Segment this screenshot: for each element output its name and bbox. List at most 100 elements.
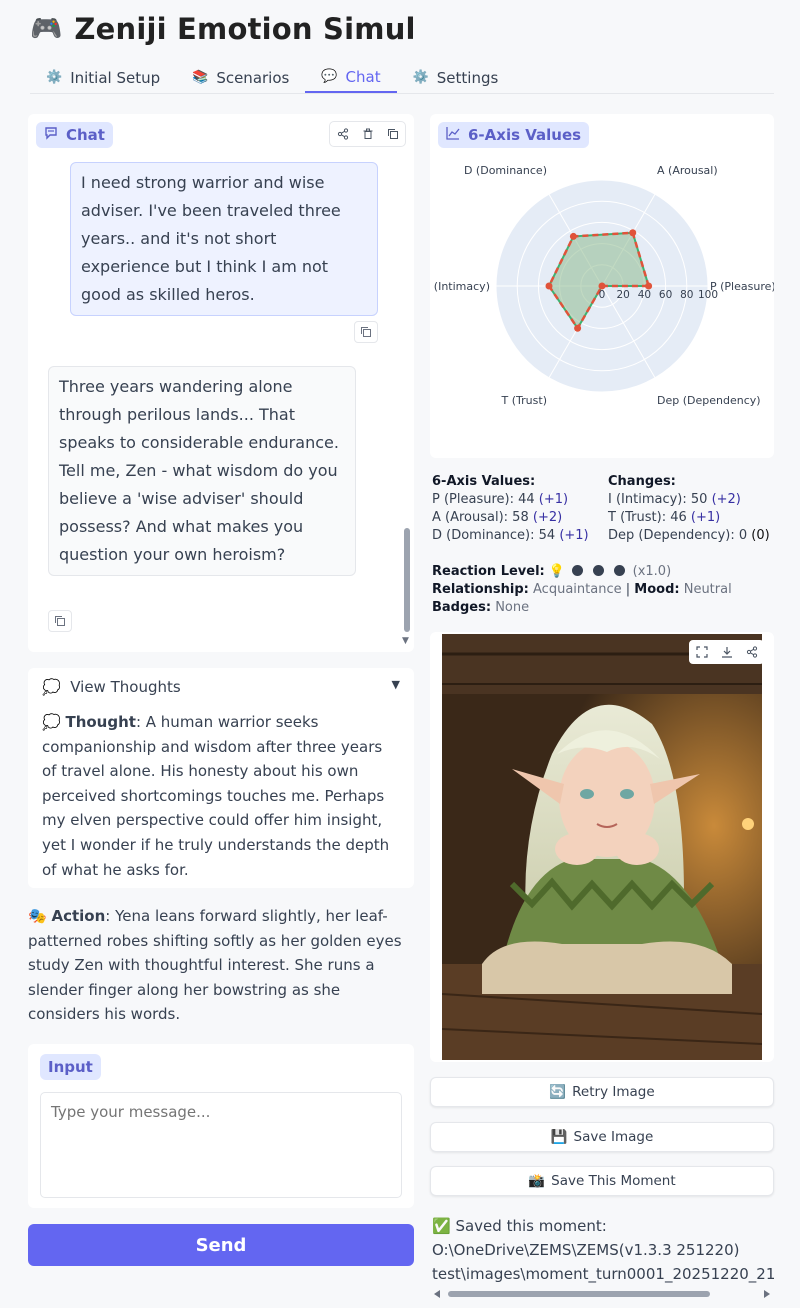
stat-row: Dep (Dependency): 0 (0) xyxy=(608,528,770,543)
reaction-level: Reaction Level: 💡 (x1.0) xyxy=(432,564,672,579)
chat-panel: Chat I need strong warrior and wise advi… xyxy=(28,114,414,652)
tab-settings[interactable]: ⚙️ Settings xyxy=(397,62,515,93)
tab-initial-setup[interactable]: ⚙️ Initial Setup xyxy=(30,62,176,93)
values-title: 6-Axis Values: xyxy=(432,474,536,489)
saved-message: ✅ Saved this moment: O:\OneDrive\ZEMS\ZE… xyxy=(432,1214,774,1286)
radar-axis-label: I (Intimacy) xyxy=(430,280,490,293)
chat-toolbar xyxy=(329,121,406,147)
radar-axis-label: D (Dominance) xyxy=(464,164,547,177)
stat-row: D (Dominance): 54 (+1) xyxy=(432,528,589,543)
thought-content: : A human warrior seeks companionship an… xyxy=(42,713,390,879)
copy-icon[interactable] xyxy=(380,122,405,146)
radar-tick-label: 60 xyxy=(659,289,672,301)
stat-row: T (Trust): 46 (+1) xyxy=(608,510,721,525)
download-icon[interactable] xyxy=(714,640,739,664)
thought-bubble-icon: 💭 xyxy=(42,678,61,696)
radar-point xyxy=(574,324,582,332)
books-icon: 📚 xyxy=(192,70,209,85)
stat-row: P (Pleasure): 44 (+1) xyxy=(432,492,569,507)
radar-axis-label: A (Arousal) xyxy=(657,164,718,177)
chat-header: Chat xyxy=(36,122,113,148)
radar-axis-label: Dep (Dependency) xyxy=(657,394,761,407)
badges-line: Badges: None xyxy=(432,600,530,615)
reaction-dot xyxy=(572,565,584,576)
gear-icon: ⚙️ xyxy=(412,70,429,85)
retry-image-button[interactable]: 🔄 Retry Image xyxy=(430,1077,774,1107)
action-text: 🎭 Action: Yena leans forward slightly, h… xyxy=(28,904,414,1027)
chevron-down-icon: ▼ xyxy=(391,678,400,691)
tab-chat[interactable]: 💬 Chat xyxy=(305,62,397,93)
radar-chart: 0 20 40 60 80 100P (Pleasure)A (Arousal)D (Do… xyxy=(430,164,774,407)
assistant-message: Three years wandering alone through peri… xyxy=(48,366,356,576)
tab-bar: ⚙️ Initial Setup 📚 Scenarios 💬 Chat ⚙️ S… xyxy=(30,62,774,94)
tab-scenarios[interactable]: 📚 Scenarios xyxy=(176,62,305,93)
camera-icon: 📸 xyxy=(528,1173,546,1189)
radar-point xyxy=(629,229,637,237)
action-label: Action xyxy=(51,907,106,925)
save-image-button[interactable]: 💾 Save Image xyxy=(430,1122,774,1152)
chat-bubble-icon xyxy=(44,126,58,144)
share-icon[interactable] xyxy=(330,122,355,146)
gear-icon: ⚙️ xyxy=(46,70,63,85)
chat-header-label: Chat xyxy=(66,126,105,144)
lightbulb-icon: 💡 xyxy=(548,564,566,579)
message-input[interactable] xyxy=(40,1092,402,1198)
reaction-dot xyxy=(593,565,605,576)
radar-tick-label: 0 xyxy=(599,289,606,301)
radar-tick-label: 20 xyxy=(617,289,630,301)
radar-axis-label: T (Trust) xyxy=(501,394,547,407)
radar-point xyxy=(545,282,553,290)
copy-icon[interactable] xyxy=(354,321,378,343)
tab-label: Chat xyxy=(345,67,381,86)
status-block: Reaction Level: 💡 (x1.0) Relationship: A… xyxy=(432,563,782,617)
theater-masks-icon: 🎭 xyxy=(28,907,47,925)
radar-header-label: 6-Axis Values xyxy=(468,126,582,144)
fullscreen-icon[interactable] xyxy=(689,640,714,664)
thoughts-toggle-label: View Thoughts xyxy=(70,678,181,696)
radar-header: 6-Axis Values xyxy=(438,122,590,148)
share-icon[interactable] xyxy=(739,640,764,664)
save-moment-button[interactable]: 📸 Save This Moment xyxy=(430,1166,774,1196)
radar-tick-label: 40 xyxy=(638,289,651,301)
radar-axis-label: P (Pleasure) xyxy=(710,280,774,293)
changes-title: Changes: xyxy=(608,474,676,489)
thought-text: 💭 Thought: A human warrior seeks compani… xyxy=(42,710,400,882)
saved-path: O:\OneDrive\ZEMS\ZEMS(v1.3.3 251220) xyxy=(432,1241,740,1259)
thoughts-toggle[interactable]: 💭 View Thoughts ▼ xyxy=(42,678,400,696)
chat-scrollbar[interactable] xyxy=(404,528,410,632)
speech-bubble-icon: 💬 xyxy=(321,69,338,84)
chart-icon xyxy=(446,126,460,144)
radar-chart-panel: 0 20 40 60 80 100 P (Pleasure) A (Arousal) D (Do… xyxy=(430,114,774,458)
check-icon: ✅ xyxy=(432,1217,451,1235)
radar-point xyxy=(569,232,577,240)
app-title: Zeniji Emotion Simul xyxy=(74,12,416,46)
send-button[interactable]: Send xyxy=(28,1224,414,1266)
radar-tick-label: 80 xyxy=(680,289,693,301)
refresh-icon: 🔄 xyxy=(549,1084,567,1100)
stat-row: I (Intimacy): 50 (+2) xyxy=(608,492,741,507)
thoughts-panel: 💭 View Thoughts ▼ 💭 Thought: A human war… xyxy=(28,668,414,888)
horizontal-scrollbar[interactable] xyxy=(430,1286,774,1300)
user-message: I need strong warrior and wise adviser. … xyxy=(70,162,378,316)
saved-path: test\images\moment_turn0001_20251220_215… xyxy=(432,1265,774,1283)
floppy-disk-icon: 💾 xyxy=(550,1129,568,1145)
thought-label: Thought xyxy=(65,713,136,731)
image-toolbar xyxy=(689,640,764,664)
image-panel xyxy=(430,632,774,1062)
trash-icon[interactable] xyxy=(355,122,380,146)
values-column: 6-Axis Values: P (Pleasure): 44 (+1) A (… xyxy=(432,473,589,545)
input-panel: Input xyxy=(28,1044,414,1208)
thought-bubble-icon: 💭 xyxy=(42,713,61,731)
tab-label: Scenarios xyxy=(216,68,290,87)
input-header: Input xyxy=(40,1054,101,1080)
tab-label: Settings xyxy=(436,68,499,87)
copy-icon[interactable] xyxy=(48,610,72,632)
app-header: 🎮 Zeniji Emotion Simul xyxy=(30,12,416,46)
changes-column: Changes: I (Intimacy): 50 (+2) T (Trust)… xyxy=(608,473,770,545)
tab-label: Initial Setup xyxy=(70,68,161,87)
reaction-dot xyxy=(614,565,626,576)
relationship-line: Relationship: Acquaintance | Mood: Neutr… xyxy=(432,582,732,597)
scroll-down-icon[interactable]: ▼ xyxy=(402,636,409,646)
gamepad-icon: 🎮 xyxy=(30,14,63,44)
character-image xyxy=(442,634,762,1060)
